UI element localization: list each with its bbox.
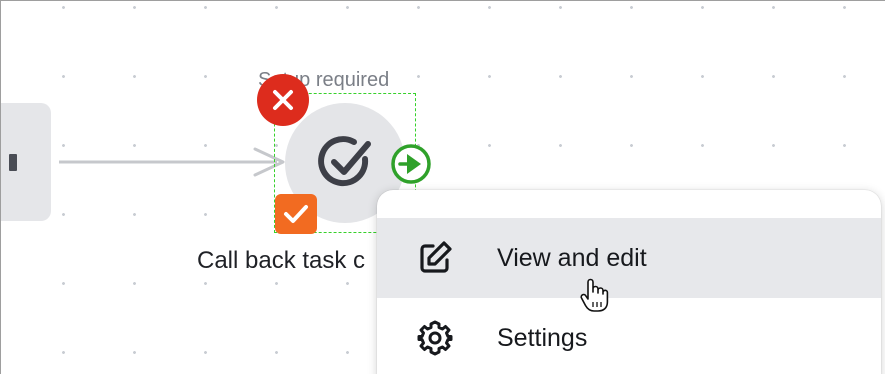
- menu-item-view-and-edit[interactable]: View and edit: [377, 218, 881, 298]
- previous-node[interactable]: [1, 103, 51, 221]
- node-label: Call back task c: [197, 247, 366, 274]
- context-menu: View and edit Settings: [377, 190, 881, 374]
- node-select-checkbox[interactable]: [275, 194, 317, 234]
- menu-item-label: Settings: [497, 323, 588, 352]
- close-icon: [273, 90, 293, 110]
- workflow-canvas[interactable]: Setup required Call back task c View and…: [0, 0, 885, 374]
- hand-cursor-icon: [580, 278, 609, 312]
- play-circle-icon[interactable]: [389, 142, 433, 186]
- connector-arrow: [59, 147, 285, 177]
- menu-item-label: View and edit: [497, 243, 647, 272]
- error-badge[interactable]: [257, 74, 309, 126]
- checkmark-icon: [284, 205, 308, 223]
- edit-icon: [420, 241, 452, 273]
- menu-item-settings[interactable]: Settings: [377, 298, 881, 374]
- gear-icon: [417, 320, 453, 356]
- previous-node-handle[interactable]: [9, 154, 17, 171]
